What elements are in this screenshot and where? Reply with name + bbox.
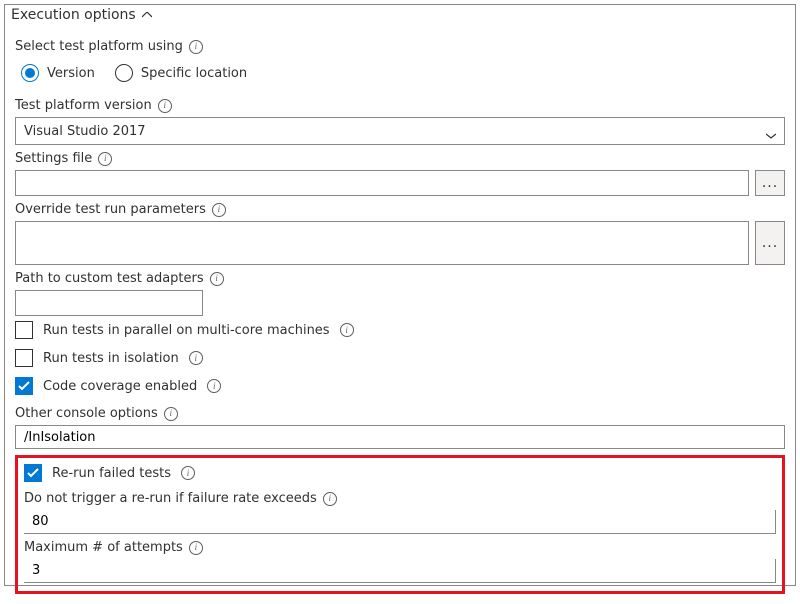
parallel-label: Run tests in parallel on multi-core mach… (43, 323, 330, 338)
info-icon[interactable] (189, 541, 203, 555)
chevron-up-icon (142, 12, 152, 18)
browse-button[interactable]: ... (755, 221, 785, 265)
radio-version-label: Version (47, 66, 95, 81)
override-params-label: Override test run parameters (15, 196, 785, 221)
checkbox-icon (15, 349, 33, 367)
isolation-label: Run tests in isolation (43, 351, 179, 366)
rerun-label: Re-run failed tests (52, 466, 171, 481)
checkbox-icon (15, 321, 33, 339)
coverage-checkbox-row[interactable]: Code coverage enabled (15, 372, 785, 400)
override-params-text: Override test run parameters (15, 202, 206, 217)
radio-specific-label: Specific location (141, 66, 247, 81)
rerun-checkbox-row[interactable]: Re-run failed tests (24, 462, 776, 487)
info-icon[interactable] (210, 272, 224, 286)
isolation-checkbox-row[interactable]: Run tests in isolation (15, 344, 785, 372)
section-title: Execution options (11, 7, 136, 23)
platform-radio-group: Version Specific location (15, 58, 785, 92)
info-icon[interactable] (212, 203, 226, 217)
settings-file-input[interactable] (15, 170, 749, 196)
other-console-input[interactable] (15, 425, 785, 449)
other-console-text: Other console options (15, 406, 158, 421)
custom-adapters-label: Path to custom test adapters (15, 265, 785, 290)
browse-button[interactable]: ... (755, 170, 785, 196)
select-platform-label: Select test platform using (15, 33, 785, 58)
other-console-label: Other console options (15, 400, 785, 425)
custom-adapters-text: Path to custom test adapters (15, 271, 204, 286)
select-platform-text: Select test platform using (15, 39, 183, 54)
radio-icon (115, 64, 133, 82)
maxattempts-label: Maximum # of attempts (24, 534, 776, 559)
info-icon[interactable] (323, 492, 337, 506)
platform-version-dropdown[interactable]: Visual Studio 2017 (15, 117, 785, 145)
info-icon[interactable] (98, 152, 112, 166)
platform-version-label: Test platform version (15, 92, 785, 117)
info-icon[interactable] (207, 379, 221, 393)
dropdown-value: Visual Studio 2017 (24, 124, 146, 139)
info-icon[interactable] (164, 407, 178, 421)
custom-adapters-input[interactable] (15, 290, 203, 316)
platform-version-text: Test platform version (15, 98, 152, 113)
info-icon[interactable] (189, 351, 203, 365)
execution-options-panel: Execution options Select test platform u… (4, 4, 796, 586)
info-icon[interactable] (189, 40, 203, 54)
checkbox-checked-icon (24, 464, 42, 482)
coverage-label: Code coverage enabled (43, 379, 197, 394)
rerun-highlight-box: Re-run failed tests Do not trigger a re-… (15, 455, 785, 594)
panel-content: Select test platform using Version Speci… (5, 29, 795, 604)
parallel-checkbox-row[interactable]: Run tests in parallel on multi-core mach… (15, 316, 785, 344)
settings-file-text: Settings file (15, 151, 92, 166)
failrate-label: Do not trigger a re-run if failure rate … (24, 487, 776, 510)
radio-specific-location[interactable]: Specific location (115, 64, 247, 82)
settings-file-label: Settings file (15, 145, 785, 170)
radio-version[interactable]: Version (21, 64, 95, 82)
override-params-input[interactable] (15, 221, 749, 265)
checkbox-checked-icon (15, 377, 33, 395)
maxattempts-text: Maximum # of attempts (24, 540, 183, 555)
info-icon[interactable] (340, 323, 354, 337)
radio-icon (21, 64, 39, 82)
maxattempts-input[interactable] (24, 559, 776, 583)
failrate-text: Do not trigger a re-run if failure rate … (24, 491, 317, 506)
chevron-down-icon (766, 128, 776, 134)
failrate-input[interactable] (24, 510, 776, 534)
section-header[interactable]: Execution options (5, 5, 795, 29)
info-icon[interactable] (181, 466, 195, 480)
info-icon[interactable] (158, 99, 172, 113)
